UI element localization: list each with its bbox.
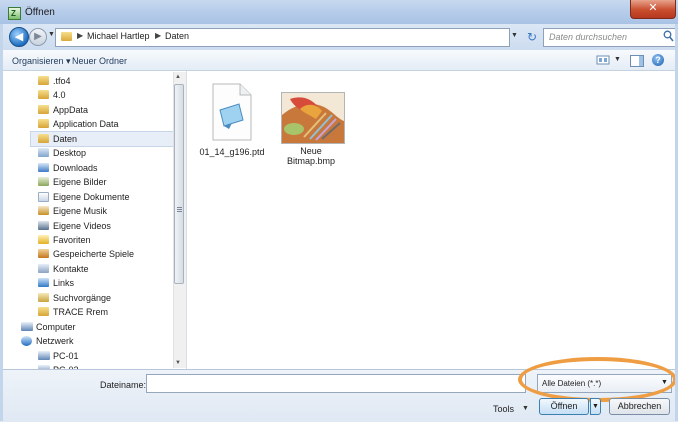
window-frame-left — [0, 24, 3, 421]
open-button[interactable]: Öffnen — [539, 398, 589, 415]
sidebar-item-label: Eigene Musik — [53, 206, 108, 217]
links-icon — [38, 278, 49, 288]
close-button[interactable]: ✕ — [630, 0, 676, 19]
search-icon[interactable] — [663, 30, 674, 42]
view-options-icon[interactable] — [596, 55, 610, 65]
folder-icon — [38, 90, 49, 100]
folder-icon — [61, 32, 72, 41]
highlight-annotation — [518, 357, 677, 402]
folder-icon — [38, 133, 49, 143]
breadcrumb-separator-icon[interactable]: ▶ — [77, 31, 83, 40]
filename-input[interactable] — [146, 374, 526, 393]
breadcrumb-daten[interactable]: Daten — [165, 31, 189, 41]
scrollbar-grip-icon — [177, 207, 182, 213]
folder-icon — [38, 76, 49, 85]
sidebar-item-label: Eigene Dokumente — [53, 191, 130, 202]
sidebar-item-label: 4.0 — [53, 90, 66, 101]
new-folder-button[interactable]: Neuer Ordner — [72, 56, 127, 66]
favorites-icon — [38, 234, 49, 244]
file-name-ptd[interactable]: 01_14_g196.ptd — [197, 147, 267, 157]
sidebar-item-label: Gespeicherte Spiele — [53, 249, 135, 260]
sidebar-item-label: AppData — [53, 104, 89, 115]
sidebar-item-label: Favoriten — [53, 234, 91, 245]
window-title: Öffnen — [25, 7, 55, 18]
breadcrumb-michael-hartlep[interactable]: Michael Hartlep — [87, 31, 150, 41]
sidebar-item-label: PC-01 — [53, 350, 79, 361]
back-button[interactable]: ◀ — [9, 27, 29, 47]
videos-icon — [38, 220, 49, 230]
sidebar-item-label: Kontakte — [53, 263, 89, 274]
scrollbar-thumb[interactable] — [174, 84, 184, 284]
preview-pane-icon[interactable] — [630, 55, 644, 67]
contacts-icon — [38, 263, 49, 273]
help-button[interactable]: ? — [652, 54, 664, 66]
title-bar — [0, 0, 678, 24]
searches-icon — [38, 292, 49, 302]
sidebar-item-label: Suchvorgänge — [53, 292, 112, 303]
sidebar-item-label: Application Data — [53, 119, 119, 130]
sidebar-item-label: Computer — [36, 321, 76, 332]
music-icon — [38, 206, 49, 216]
sidebar-item-label: Netzwerk — [36, 336, 74, 347]
document-file-icon[interactable] — [208, 82, 254, 142]
folder-icon — [38, 104, 49, 114]
sidebar-item-label: TRACE Rrem — [53, 307, 109, 318]
pictures-icon — [38, 177, 49, 187]
sidebar-item-label: Downloads — [53, 162, 98, 173]
app-icon: Z — [8, 7, 21, 20]
folder-icon — [38, 307, 49, 317]
sidebar-item-label: .tfo4 — [53, 76, 71, 86]
sidebar-item-label: Eigene Bilder — [53, 177, 107, 188]
sidebar-item-label: Daten — [53, 133, 78, 144]
scroll-up-icon[interactable]: ▲ — [175, 74, 181, 80]
computer-icon — [21, 321, 33, 331]
view-dropdown-icon[interactable]: ▼ — [614, 56, 621, 63]
forward-button[interactable]: ▶ — [29, 28, 47, 46]
saved-games-icon — [38, 249, 49, 259]
folder-icon — [38, 119, 49, 129]
cancel-button[interactable]: Abbrechen — [609, 398, 670, 415]
refresh-button[interactable]: ↻ — [523, 29, 541, 45]
organize-button[interactable]: Organisieren ▾ — [12, 56, 71, 67]
tools-button[interactable]: Tools — [493, 404, 514, 414]
bitmap-thumbnail-icon[interactable] — [281, 92, 345, 144]
tools-chevron-down-icon[interactable]: ▼ — [522, 405, 529, 412]
downloads-icon — [38, 162, 49, 172]
address-dropdown-icon[interactable]: ▼ — [511, 32, 518, 39]
computer-icon — [38, 350, 50, 360]
breadcrumb-separator-icon[interactable]: ▶ — [155, 31, 161, 40]
sidebar-item-label: Links — [53, 278, 75, 289]
open-options-chevron-icon[interactable]: ▼ — [590, 398, 601, 415]
search-placeholder: Daten durchsuchen — [549, 32, 628, 42]
file-name-bmp[interactable]: Neue Bitmap.bmp — [276, 146, 346, 166]
desktop-icon — [38, 148, 49, 158]
filename-label: Dateiname: — [100, 380, 147, 390]
recent-pages-chevron-icon[interactable]: ▼ — [48, 31, 55, 38]
sidebar-item-label: Eigene Videos — [53, 220, 111, 231]
scroll-down-icon[interactable]: ▼ — [175, 360, 181, 366]
documents-icon — [38, 191, 49, 202]
selected-item-highlight — [30, 131, 174, 147]
sidebar-item-label: Desktop — [53, 148, 87, 159]
